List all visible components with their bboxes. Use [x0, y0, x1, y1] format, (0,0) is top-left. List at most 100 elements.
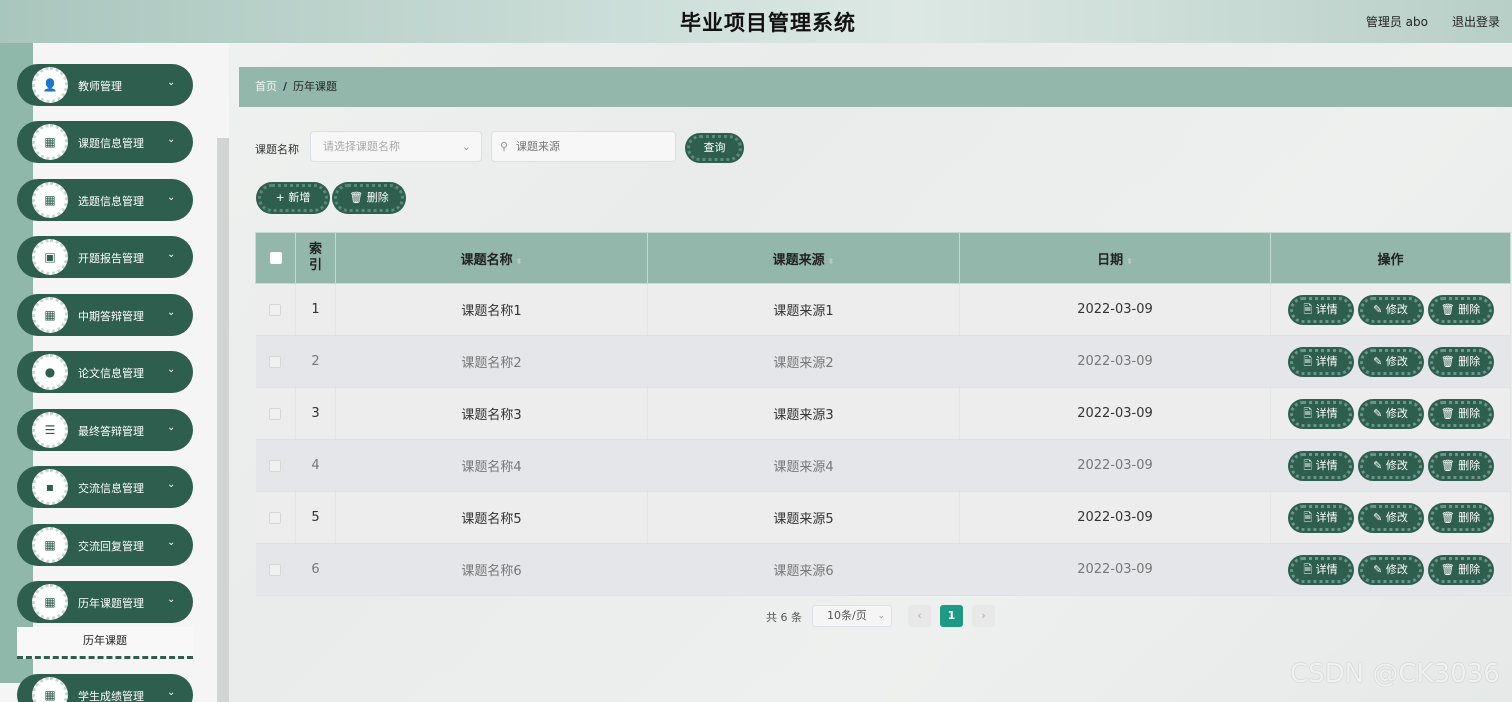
sidebar-item[interactable]: ● 论文信息管理 ⌄ [17, 351, 193, 393]
row-checkbox[interactable] [269, 407, 282, 420]
row-actions: 🗎 详情 ✎ 修改 🗑 删除 [1270, 387, 1511, 440]
row-checkbox[interactable] [269, 303, 282, 316]
logout-link[interactable]: 退出登录 [1452, 13, 1500, 30]
detail-label: 详情 [1315, 302, 1338, 316]
row-topic-source: 课题来源4 [647, 439, 960, 492]
sliders-icon: ☰ [32, 412, 68, 448]
delete-button[interactable]: 🗑 删除 [1429, 296, 1492, 323]
row-checkbox[interactable] [269, 511, 282, 524]
sidebar-item[interactable]: ▦ 学生成绩管理 ⌄ [17, 674, 193, 702]
breadcrumb-separator: / [283, 80, 288, 93]
edit-button[interactable]: ✎ 修改 [1359, 400, 1422, 427]
chevron-down-icon: ⌄ [167, 134, 176, 145]
edit-button[interactable]: ✎ 修改 [1359, 556, 1422, 583]
next-page-button[interactable]: › [972, 605, 995, 627]
delete-label: 删除 [1458, 406, 1481, 420]
sidebar-item[interactable]: ▦ 交流回复管理 ⌄ [17, 524, 193, 566]
row-checkbox[interactable] [269, 563, 282, 576]
topic-name-select[interactable]: 请选择课题名称 ⌄ [310, 131, 482, 162]
detail-button[interactable]: 🗎 详情 [1289, 556, 1352, 583]
detail-button[interactable]: 🗎 详情 [1289, 504, 1352, 531]
edit-label: 修改 [1385, 302, 1408, 316]
row-actions: 🗎 详情 ✎ 修改 🗑 删除 [1270, 283, 1511, 336]
edit-button[interactable]: ✎ 修改 [1359, 452, 1422, 479]
page-size-select[interactable]: 10条/页 ⌄ [812, 605, 892, 627]
edit-button[interactable]: ✎ 修改 [1359, 296, 1422, 323]
row-index: 3 [295, 387, 336, 440]
detail-button[interactable]: 🗎 详情 [1289, 296, 1352, 323]
detail-button[interactable]: 🗎 详情 [1289, 400, 1352, 427]
row-select-cell [255, 491, 296, 544]
select-all-checkbox[interactable] [269, 252, 282, 264]
sidebar-item[interactable]: ▣ 开题报告管理 ⌄ [17, 236, 193, 278]
row-select-cell [255, 335, 296, 388]
sidebar-subitem-past-topics[interactable]: 历年课题 [17, 627, 193, 659]
edit-button[interactable]: ✎ 修改 [1359, 504, 1422, 531]
sidebar-item-label: 交流信息管理 [78, 482, 144, 495]
topic-source-field[interactable]: ⚲ [491, 131, 676, 162]
breadcrumb-home[interactable]: 首页 [255, 80, 277, 93]
sidebar-item[interactable]: ▦ 历年课题管理 ⌄ [17, 581, 193, 623]
delete-button[interactable]: 🗑 删除 [1429, 504, 1492, 531]
page-1-button[interactable]: 1 [940, 605, 963, 627]
breadcrumb-current: 历年课题 [293, 80, 338, 93]
sidebar-item[interactable]: ▦ 课题信息管理 ⌄ [17, 121, 193, 163]
search-icon: ⚲ [500, 140, 509, 153]
sidebar-item-label: 课题信息管理 [78, 137, 144, 150]
row-topic-name: 课题名称1 [335, 283, 648, 336]
detail-button[interactable]: 🗎 详情 [1289, 348, 1352, 375]
add-button[interactable]: + 新增 [258, 184, 328, 212]
row-checkbox[interactable] [269, 459, 282, 472]
sidebar-item[interactable]: ▦ 中期答辩管理 ⌄ [17, 294, 193, 336]
column-header-source[interactable]: 课题来源 ⬍ [647, 232, 960, 284]
chevron-down-icon: ⌄ [167, 249, 176, 260]
query-button[interactable]: 查询 [687, 135, 742, 161]
detail-button[interactable]: 🗎 详情 [1289, 452, 1352, 479]
topic-source-input[interactable] [516, 137, 666, 156]
trash-icon: 🗑 [1440, 406, 1459, 420]
table-row: 5 课题名称5 课题来源5 2022-03-09 🗎 详情 ✎ 修改 🗑 删除 [255, 491, 1511, 544]
detail-label: 详情 [1315, 510, 1338, 524]
document-icon: 🗎 [1303, 302, 1316, 316]
pencil-icon: ✎ [1373, 354, 1386, 368]
table-row: 4 课题名称4 课题来源4 2022-03-09 🗎 详情 ✎ 修改 🗑 删除 [255, 439, 1511, 492]
edit-button[interactable]: ✎ 修改 [1359, 348, 1422, 375]
sidebar-scrollbar[interactable] [217, 138, 229, 702]
chevron-down-icon: ⌄ [461, 140, 471, 153]
top-header: 毕业项目管理系统 管理员 abo 退出登录 [0, 0, 1512, 43]
trash-icon: 🗑 [1440, 562, 1459, 576]
bulk-delete-button[interactable]: 🗑 删除 [334, 184, 404, 212]
sidebar-item-label: 论文信息管理 [78, 367, 144, 380]
document-icon: 🗎 [1303, 458, 1316, 472]
column-header-date[interactable]: 日期 ⬍ [959, 232, 1271, 284]
row-select-cell [255, 439, 296, 492]
document-icon: 🗎 [1303, 510, 1316, 524]
sort-icon: ⬍ [827, 256, 835, 266]
trash-icon: 🗑 [1440, 510, 1459, 524]
row-index: 1 [295, 283, 336, 336]
document-icon: 🗎 [1303, 406, 1316, 420]
column-header-name[interactable]: 课题名称 ⬍ [335, 232, 648, 284]
sidebar-item[interactable]: ☰ 最终答辩管理 ⌄ [17, 409, 193, 451]
prev-page-button[interactable]: ‹ [908, 605, 931, 627]
row-date: 2022-03-09 [959, 387, 1271, 440]
delete-button[interactable]: 🗑 删除 [1429, 400, 1492, 427]
table-row: 3 课题名称3 课题来源3 2022-03-09 🗎 详情 ✎ 修改 🗑 删除 [255, 387, 1511, 440]
delete-button[interactable]: 🗑 删除 [1429, 556, 1492, 583]
search-label: 课题名称 [255, 143, 299, 156]
grid-icon: ▦ [32, 584, 68, 620]
grid-icon: ▦ [32, 677, 68, 702]
row-checkbox[interactable] [269, 355, 282, 368]
table-header-row: 索引 课题名称 ⬍ 课题来源 ⬍ 日期 ⬍ 操作 [255, 232, 1511, 284]
sidebar-item[interactable]: ▦ 选题信息管理 ⌄ [17, 179, 193, 221]
wallet-icon: ▪ [32, 469, 68, 505]
row-date: 2022-03-09 [959, 491, 1271, 544]
delete-button[interactable]: 🗑 删除 [1429, 452, 1492, 479]
table-row: 1 课题名称1 课题来源1 2022-03-09 🗎 详情 ✎ 修改 🗑 删除 [255, 283, 1511, 336]
user-icon: 👤 [32, 67, 68, 103]
sidebar-item[interactable]: ▪ 交流信息管理 ⌄ [17, 466, 193, 508]
delete-button[interactable]: 🗑 删除 [1429, 348, 1492, 375]
sidebar-item[interactable]: 👤 教师管理 ⌄ [17, 64, 193, 106]
chevron-down-icon: ⌄ [167, 687, 176, 698]
edit-label: 修改 [1385, 354, 1408, 368]
